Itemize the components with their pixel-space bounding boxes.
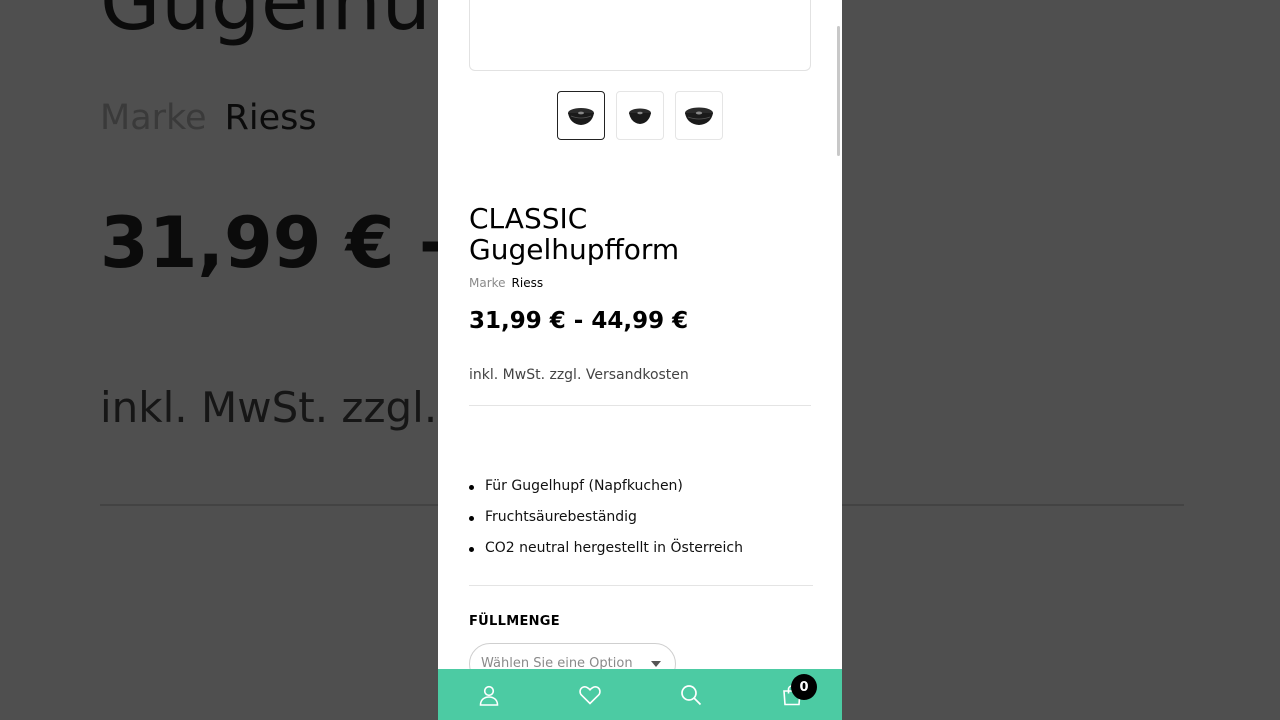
cart-button[interactable]: 0 bbox=[741, 669, 842, 720]
search-icon bbox=[680, 684, 701, 705]
product-title: CLASSIC Gugelhupfform bbox=[469, 203, 679, 265]
feature-item: CO2 neutral hergestellt in Österreich bbox=[469, 539, 743, 570]
background-brand-label: Marke bbox=[100, 98, 207, 138]
cart-count-badge: 0 bbox=[791, 674, 817, 700]
wishlist-button[interactable] bbox=[539, 669, 640, 720]
feature-list: Für Gugelhupf (Napfkuchen) Fruchtsäurebe… bbox=[469, 477, 743, 570]
brand-label: Marke bbox=[469, 276, 506, 290]
tax-note: inkl. MwSt. zzgl. Versandkosten bbox=[469, 367, 689, 383]
feature-item: Für Gugelhupf (Napfkuchen) bbox=[469, 477, 743, 508]
product-main-image[interactable] bbox=[469, 0, 811, 71]
product-title-line-1: CLASSIC bbox=[469, 202, 588, 235]
bundt-pan-image-2 bbox=[629, 108, 651, 124]
heart-icon bbox=[578, 685, 601, 705]
chevron-down-icon bbox=[651, 661, 661, 667]
thumbnail-3[interactable] bbox=[675, 91, 723, 140]
background-title: Gugelhu bbox=[100, 0, 432, 48]
brand-row: Marke Riess bbox=[469, 276, 543, 290]
product-title-line-2: Gugelhupfform bbox=[469, 233, 680, 266]
thumbnail-2[interactable] bbox=[616, 91, 664, 140]
background-brand-value: Riess bbox=[224, 98, 317, 138]
divider bbox=[469, 405, 811, 406]
variant-label: FÜLLMENGE bbox=[469, 614, 560, 629]
background-price: 31,99 € - bbox=[100, 202, 448, 284]
product-price: 31,99 € - 44,99 € bbox=[469, 308, 689, 334]
brand-value[interactable]: Riess bbox=[512, 276, 544, 290]
scrollbar[interactable] bbox=[837, 26, 840, 156]
account-button[interactable] bbox=[438, 669, 539, 720]
divider bbox=[469, 585, 813, 586]
background-brand: Marke Riess bbox=[100, 98, 317, 138]
bottom-navigation: 0 bbox=[438, 669, 842, 720]
feature-item: Fruchtsäurebeständig bbox=[469, 508, 743, 539]
user-icon bbox=[479, 685, 498, 706]
thumbnail-gallery bbox=[557, 91, 723, 140]
bundt-pan-image-1 bbox=[568, 107, 594, 125]
search-button[interactable] bbox=[640, 669, 741, 720]
thumbnail-1[interactable] bbox=[557, 91, 605, 140]
bundt-pan-image-3 bbox=[685, 107, 713, 125]
product-page: CLASSIC Gugelhupfform Marke Riess 31,99 €… bbox=[438, 0, 842, 720]
background-tax-note: inkl. MwSt. zzgl. bbox=[100, 383, 438, 432]
